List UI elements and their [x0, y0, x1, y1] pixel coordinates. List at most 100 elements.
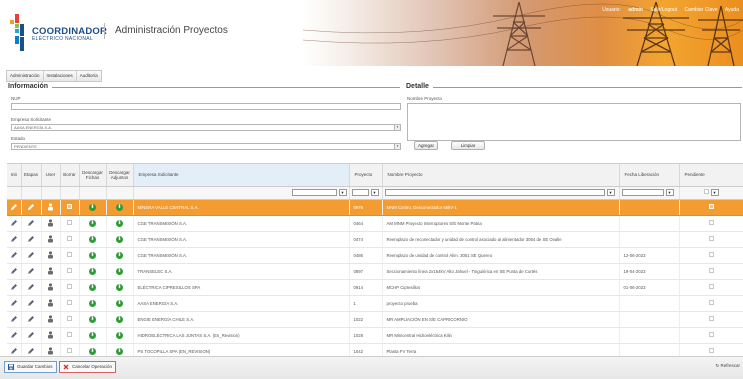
init-cell[interactable] [7, 263, 22, 280]
init-cell[interactable] [7, 199, 22, 216]
fecha-filter-input[interactable] [621, 189, 664, 196]
descargar-adjuntos-cell[interactable]: ⬇ [106, 311, 134, 328]
descargar-fichas-cell[interactable]: ⬇ [79, 215, 107, 232]
col-proyecto[interactable]: Proyecto [349, 164, 383, 187]
user-cell[interactable] [41, 231, 61, 248]
borrar-checkbox[interactable] [67, 236, 72, 241]
borrar-checkbox[interactable] [67, 316, 72, 321]
download-icon[interactable]: ⬇ [116, 283, 123, 291]
init-cell[interactable] [7, 215, 22, 232]
download-icon[interactable]: ⬇ [89, 267, 96, 275]
init-cell[interactable] [7, 231, 22, 248]
user-cell[interactable] [41, 327, 61, 344]
col-etapas[interactable]: Etapas [21, 164, 42, 187]
pendiente-checkbox[interactable] [708, 268, 714, 273]
table-row[interactable]: ⬇ ⬇ AASA ENERGÍA S.A. 1 proyecto prueba [7, 295, 743, 312]
table-row[interactable]: ⬇ ⬇ CGE TRANSMISIÓN S.A. 0464 AM MNM Pro… [7, 215, 743, 232]
download-icon[interactable]: ⬇ [116, 203, 123, 211]
pendiente-cell[interactable] [679, 247, 743, 264]
descargar-adjuntos-cell[interactable]: ⬇ [106, 343, 134, 356]
pendiente-checkbox[interactable] [708, 300, 714, 305]
table-row[interactable]: ⬇ ⬇ CGE TRANSMISIÓN S.A. 0474 Reemplazo … [7, 231, 743, 248]
etapas-cell[interactable] [21, 343, 42, 356]
borrar-checkbox[interactable] [67, 284, 72, 289]
borrar-cell[interactable] [60, 263, 80, 280]
pendiente-cell[interactable] [679, 343, 743, 356]
user-cell[interactable] [41, 263, 61, 280]
descargar-adjuntos-cell[interactable]: ⬇ [106, 231, 134, 248]
chevron-down-icon[interactable]: ▼ [394, 125, 400, 130]
borrar-cell[interactable] [60, 279, 80, 296]
download-icon[interactable]: ⬇ [89, 203, 96, 211]
pendiente-checkbox[interactable] [708, 284, 714, 289]
init-cell[interactable] [7, 247, 22, 264]
init-cell[interactable] [7, 311, 22, 328]
filter-icon[interactable]: ▼ [370, 189, 379, 196]
pendiente-checkbox[interactable] [708, 204, 714, 209]
download-icon[interactable]: ⬇ [116, 299, 123, 307]
init-cell[interactable] [7, 327, 22, 344]
pendiente-cell[interactable] [679, 279, 743, 296]
table-row[interactable]: ⬇ ⬇ PS TOCOPILLA SPA (EN_REVISION) 1042 … [7, 343, 743, 356]
col-pendiente[interactable]: Pendiente [679, 164, 743, 187]
etapas-cell[interactable] [21, 279, 42, 296]
pendiente-checkbox[interactable] [708, 316, 714, 321]
borrar-checkbox[interactable] [67, 332, 72, 337]
table-row[interactable]: ⬇ ⬇ CGE TRANSMISIÓN S.A. 0486 Reemplazo … [7, 247, 743, 264]
table-row[interactable]: ⬇ ⬇ ELÉCTRICA CIPRESILLOS SPA 0914 MCHP … [7, 279, 743, 296]
user-cell[interactable] [41, 279, 61, 296]
descargar-fichas-cell[interactable]: ⬇ [79, 279, 107, 296]
user-cell[interactable] [41, 343, 61, 356]
descargar-adjuntos-cell[interactable]: ⬇ [106, 327, 134, 344]
download-icon[interactable]: ⬇ [116, 331, 123, 339]
pendiente-cell[interactable] [679, 327, 743, 344]
col-descargar-adjuntos[interactable]: Descargar Adjuntos [106, 164, 134, 187]
borrar-checkbox[interactable] [67, 300, 72, 305]
descargar-adjuntos-cell[interactable]: ⬇ [106, 247, 134, 264]
user-cell[interactable] [41, 199, 61, 216]
etapas-cell[interactable] [21, 295, 42, 312]
init-cell[interactable] [7, 279, 22, 296]
descargar-adjuntos-cell[interactable]: ⬇ [106, 199, 134, 216]
menu-instalaciones[interactable]: Instalaciones [44, 71, 77, 81]
descargar-fichas-cell[interactable]: ⬇ [79, 263, 107, 280]
descargar-adjuntos-cell[interactable]: ⬇ [106, 295, 134, 312]
pendiente-checkbox[interactable] [708, 252, 714, 257]
download-icon[interactable]: ⬇ [89, 347, 96, 355]
table-row[interactable]: ⬇ ⬇ ENGIE ENERGÍA CHILE S.A. 1022 MR AMP… [7, 311, 743, 328]
download-icon[interactable]: ⬇ [116, 251, 123, 259]
pendiente-cell[interactable] [679, 295, 743, 312]
estado-select[interactable]: PENDIENTE ▼ [11, 143, 401, 150]
pendiente-cell[interactable] [679, 231, 743, 248]
table-row[interactable]: ⬇ ⬇ HIDROELÉCTRICA LAS JUNTAS S.A. (En_R… [7, 327, 743, 344]
agregar-button[interactable]: Agregar [414, 141, 438, 150]
download-icon[interactable]: ⬇ [116, 315, 123, 323]
nombre-proyecto-textarea[interactable] [407, 103, 741, 141]
borrar-cell[interactable] [60, 295, 80, 312]
col-fecha-liberacion[interactable]: Fecha Liberación [619, 164, 680, 187]
etapas-cell[interactable] [21, 263, 42, 280]
nup-input[interactable] [11, 103, 401, 110]
etapas-cell[interactable] [21, 231, 42, 248]
limpiar-button[interactable]: Limpiar [451, 141, 485, 150]
download-icon[interactable]: ⬇ [116, 219, 123, 227]
download-icon[interactable]: ⬇ [89, 251, 96, 259]
col-descargar-fichas[interactable]: Descargar Fichas [79, 164, 107, 187]
col-nombre-proyecto[interactable]: Nombre Proyecto [382, 164, 620, 187]
filter-icon[interactable]: ▼ [338, 189, 347, 196]
download-icon[interactable]: ⬇ [89, 235, 96, 243]
change-password-link[interactable]: Cambiar Clave [684, 7, 717, 13]
menu-administracion[interactable]: Administración [7, 71, 44, 81]
empresa-select[interactable]: AASA ENERGÍA S.A. ▼ [11, 124, 401, 131]
init-cell[interactable] [7, 295, 22, 312]
descargar-adjuntos-cell[interactable]: ⬇ [106, 263, 134, 280]
col-empresa[interactable]: Empresa Solicitante [133, 164, 350, 187]
pendiente-filter-checkbox[interactable] [703, 189, 709, 194]
borrar-cell[interactable] [60, 215, 80, 232]
coordinador-logo[interactable]: COORDINADOR ELÉCTRICO NACIONAL [10, 14, 107, 54]
table-row[interactable]: ⬇ ⬇ TRANSELEC S.A. 0897 Seccionamiento l… [7, 263, 743, 280]
pendiente-cell[interactable] [679, 263, 743, 280]
col-user[interactable]: User [41, 164, 61, 187]
col-borrar[interactable]: Borrar [60, 164, 80, 187]
chevron-down-icon[interactable]: ▼ [394, 144, 400, 149]
